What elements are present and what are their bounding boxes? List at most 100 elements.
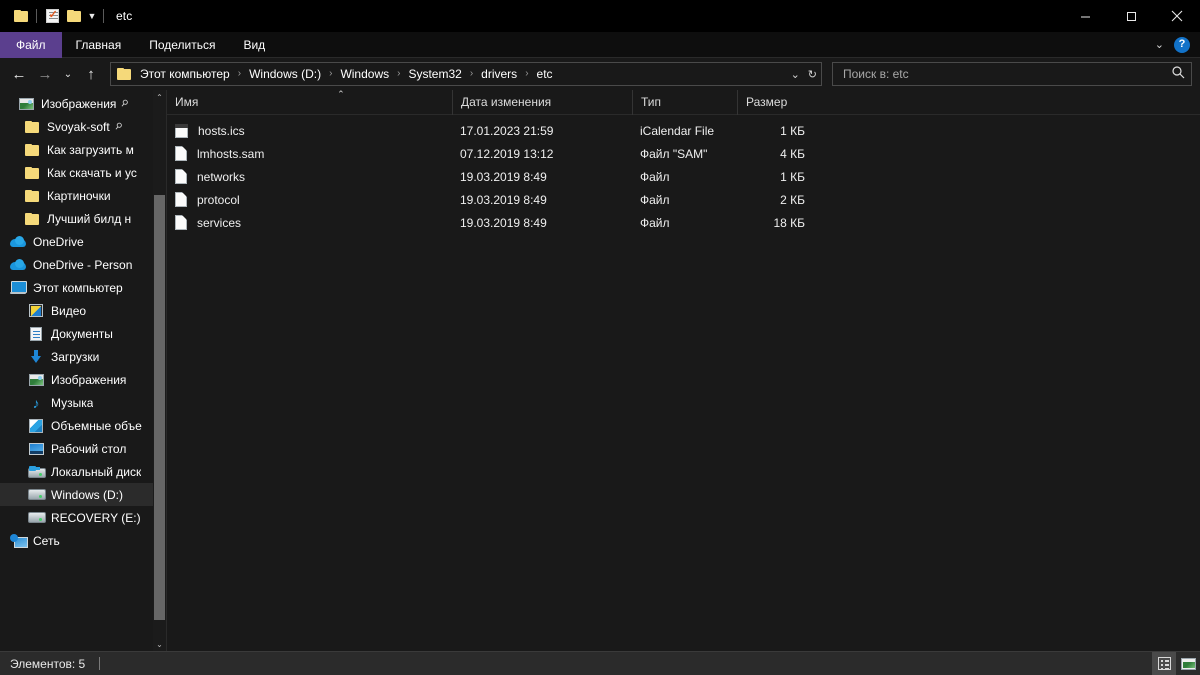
breadcrumb-item-0[interactable]: Этот компьютер: [138, 67, 232, 81]
scrollbar-thumb[interactable]: [154, 195, 165, 620]
chevron-down-icon[interactable]: ⌄: [791, 68, 800, 81]
sidebar-item-label: Музыка: [51, 396, 93, 410]
file-name-cell[interactable]: lmhosts.sam: [167, 146, 452, 161]
sidebar-item-svoyak-soft[interactable]: Svoyak-soft⚲: [0, 115, 166, 138]
file-name-cell[interactable]: networks: [167, 169, 452, 184]
details-view-button[interactable]: [1152, 652, 1176, 675]
tab-share[interactable]: Поделиться: [135, 32, 229, 58]
sidebar-item-загрузки[interactable]: Загрузки: [0, 345, 166, 368]
scroll-down-icon[interactable]: ⌄: [153, 637, 166, 651]
tab-home[interactable]: Главная: [62, 32, 136, 58]
sidebar-item-как-загрузить-м[interactable]: Как загрузить м: [0, 138, 166, 161]
breadcrumb-item-1[interactable]: Windows (D:): [247, 67, 323, 81]
search-input[interactable]: Поиск в: etc: [843, 67, 1171, 81]
sidebar-item-onedrive[interactable]: OneDrive: [0, 230, 166, 253]
sidebar-item-windows-d[interactable]: Windows (D:): [0, 483, 166, 506]
sidebar-item-как-скачать-и-ус[interactable]: Как скачать и ус: [0, 161, 166, 184]
up-button[interactable]: ↑: [78, 61, 104, 87]
sidebar-item-лучший-билд-н[interactable]: Лучший билд н: [0, 207, 166, 230]
column-header-label: Тип: [641, 95, 661, 109]
breadcrumb-separator-icon[interactable]: ›: [323, 69, 338, 79]
sidebar-item-label: Svoyak-soft: [47, 120, 110, 134]
file-type-cell: Файл: [632, 193, 737, 207]
sidebar-item-onedrive-person[interactable]: OneDrive - Person: [0, 253, 166, 276]
forward-button[interactable]: →: [32, 61, 58, 87]
column-header-0[interactable]: Имя⌃: [167, 90, 452, 115]
sidebar-item-документы[interactable]: Документы: [0, 322, 166, 345]
sidebar-item-label: Объемные объе: [51, 419, 142, 433]
column-header-1[interactable]: Дата изменения: [452, 90, 632, 115]
sidebar-item-label: Изображения: [51, 373, 126, 387]
new-folder-icon[interactable]: [63, 4, 85, 28]
breadcrumb-separator-icon[interactable]: ›: [464, 69, 479, 79]
search-box[interactable]: Поиск в: etc: [832, 62, 1192, 86]
refresh-icon[interactable]: ↻: [808, 68, 817, 81]
sidebar-item-recovery-e[interactable]: RECOVERY (E:): [0, 506, 166, 529]
tab-file[interactable]: Файл: [0, 32, 62, 58]
breadcrumb-item-4[interactable]: drivers: [479, 67, 519, 81]
navigation-scrollbar[interactable]: ⌃ ⌄: [153, 90, 166, 651]
generic-file-icon: [175, 192, 187, 207]
sidebar-item-музыка[interactable]: ♪Музыка: [0, 391, 166, 414]
details-view-icon: [1158, 657, 1171, 670]
file-row[interactable]: lmhosts.sam07.12.2019 13:12Файл "SAM"4 К…: [167, 142, 1200, 165]
file-type-cell: Файл "SAM": [632, 147, 737, 161]
scroll-up-icon[interactable]: ⌃: [153, 90, 166, 104]
column-header-label: Размер: [746, 95, 787, 109]
sidebar-item-label: Как загрузить м: [47, 143, 134, 157]
file-type-cell: Файл: [632, 170, 737, 184]
back-button[interactable]: ←: [6, 61, 32, 87]
column-header-2[interactable]: Тип: [632, 90, 737, 115]
explorer-body: Изображения⚲Svoyak-soft⚲Как загрузить мК…: [0, 90, 1200, 651]
file-row[interactable]: hosts.ics17.01.2023 21:59iCalendar File1…: [167, 119, 1200, 142]
sidebar-item-видео[interactable]: Видео: [0, 299, 166, 322]
video-icon: [28, 303, 44, 319]
file-list: hosts.ics17.01.2023 21:59iCalendar File1…: [167, 115, 1200, 651]
sidebar-item-этот-компьютер[interactable]: Этот компьютер: [0, 276, 166, 299]
breadcrumb-separator-icon[interactable]: ›: [519, 69, 534, 79]
help-icon[interactable]: ?: [1174, 37, 1190, 53]
sidebar-item-label: Этот компьютер: [33, 281, 123, 295]
large-icons-view-button[interactable]: [1176, 652, 1200, 675]
chevron-down-icon[interactable]: ⌄: [1155, 38, 1164, 51]
breadcrumb-item-5[interactable]: etc: [535, 67, 555, 81]
column-header-3[interactable]: Размер: [737, 90, 820, 115]
column-headers: Имя⌃Дата изменения Тип Размер: [167, 90, 1200, 115]
sidebar-item-картиночки[interactable]: Картиночки: [0, 184, 166, 207]
folder-icon[interactable]: [10, 4, 32, 28]
recent-locations-button[interactable]: ⌄: [58, 61, 78, 87]
breadcrumb-separator-icon[interactable]: ›: [391, 69, 406, 79]
sidebar-item-изображения[interactable]: Изображения: [0, 368, 166, 391]
maximize-button[interactable]: [1108, 0, 1154, 32]
folder-icon: [24, 119, 40, 135]
breadcrumb-item-2[interactable]: Windows: [338, 67, 391, 81]
breadcrumb-separator-icon[interactable]: ›: [232, 69, 247, 79]
file-row[interactable]: protocol19.03.2019 8:49Файл2 КБ: [167, 188, 1200, 211]
tab-view[interactable]: Вид: [229, 32, 279, 58]
properties-icon[interactable]: [41, 4, 63, 28]
sidebar-item-объемные-объе[interactable]: Объемные объе: [0, 414, 166, 437]
window-title: etc: [116, 9, 132, 23]
file-name-cell[interactable]: hosts.ics: [167, 124, 452, 138]
file-name-cell[interactable]: protocol: [167, 192, 452, 207]
file-modified-cell: 07.12.2019 13:12: [452, 147, 632, 161]
sidebar-item-label: Картиночки: [47, 189, 111, 203]
pin-icon[interactable]: ⚲: [119, 97, 131, 110]
item-count-label: Элементов: 5: [10, 657, 85, 671]
sidebar-item-рабочий-стол[interactable]: Рабочий стол: [0, 437, 166, 460]
chevron-down-icon[interactable]: ▼: [85, 12, 99, 21]
breadcrumb-item-3[interactable]: System32: [406, 67, 463, 81]
file-row[interactable]: services19.03.2019 8:49Файл18 КБ: [167, 211, 1200, 234]
minimize-button[interactable]: [1062, 0, 1108, 32]
sidebar-item-сеть[interactable]: Сеть: [0, 529, 166, 552]
sidebar-item-изображения[interactable]: Изображения⚲: [0, 92, 166, 115]
sidebar-item-локальный-диск[interactable]: Локальный диск: [0, 460, 166, 483]
file-row[interactable]: networks19.03.2019 8:49Файл1 КБ: [167, 165, 1200, 188]
file-name-cell[interactable]: services: [167, 215, 452, 230]
sidebar-item-label: Лучший билд н: [47, 212, 131, 226]
breadcrumb-bar[interactable]: Этот компьютер › Windows (D:) › Windows …: [110, 62, 822, 86]
pin-icon[interactable]: ⚲: [112, 120, 124, 133]
sidebar-item-label: RECOVERY (E:): [51, 511, 141, 525]
search-icon[interactable]: [1171, 65, 1185, 84]
close-button[interactable]: [1154, 0, 1200, 32]
